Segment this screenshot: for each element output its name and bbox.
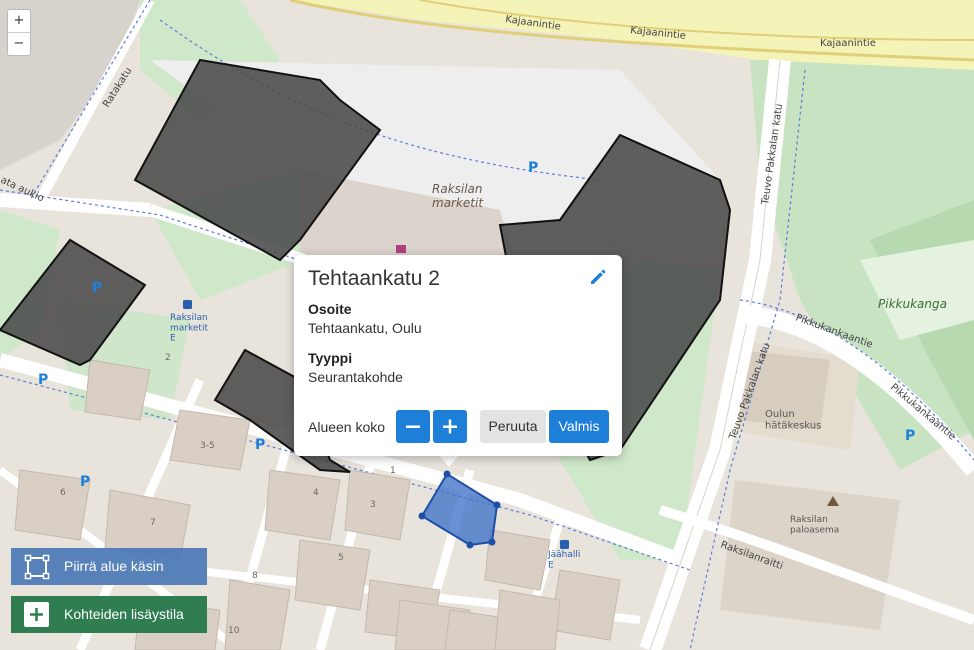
house-number: 3-5 <box>200 441 215 451</box>
draw-area-label: Piirrä alue käsin <box>64 558 164 574</box>
label-line: Raksilan <box>432 182 483 196</box>
label-line: Oulun <box>765 409 795 420</box>
area-size-label: Alueen koko <box>308 419 386 435</box>
parking-symbol: P <box>38 372 48 388</box>
add-mode-label: Kohteiden lisäystila <box>64 606 184 622</box>
minus-icon <box>406 425 420 428</box>
location-popup: Tehtaankatu 2 Osoite Tehtaankatu, Oulu T… <box>294 255 622 456</box>
increase-size-button[interactable] <box>433 410 467 443</box>
draw-polygon-icon <box>24 554 50 580</box>
place-label-line: Raksilan marketit <box>432 182 484 210</box>
zoom-out-button[interactable]: − <box>8 33 30 55</box>
house-number: 4 <box>313 488 319 498</box>
place-label-raksilan-marketit: Raksilan marketit <box>432 182 484 210</box>
label-line: Jäähalli <box>547 550 580 560</box>
done-button[interactable]: Valmis <box>549 410 609 443</box>
popup-tail <box>439 455 459 467</box>
parking-symbol: P <box>255 437 265 453</box>
area-label-pikkukanga: Pikkukanga <box>878 297 947 311</box>
street-label-kajaanintie: Kajaanintie <box>820 38 876 49</box>
house-number: 2 <box>165 353 171 363</box>
label-line: marketit <box>170 323 208 333</box>
plus-icon <box>443 419 457 434</box>
bus-stop-icon <box>560 540 569 549</box>
house-number: 3 <box>370 500 376 510</box>
popup-title: Tehtaankatu 2 <box>308 267 440 290</box>
house-number: 7 <box>150 518 156 528</box>
label-line: marketit <box>432 196 484 210</box>
house-number: 6 <box>60 488 66 498</box>
bus-stop-icon <box>183 300 192 309</box>
type-value: Seurantakohde <box>308 369 403 385</box>
zoom-control: + − <box>7 9 31 56</box>
parking-symbol: P <box>528 160 538 176</box>
label-line: Raksilan <box>790 515 828 525</box>
parking-symbol: P <box>92 280 102 296</box>
address-value: Tehtaankatu, Oulu <box>308 320 422 336</box>
label-line: paloasema <box>790 525 839 535</box>
parking-symbol: P <box>80 474 90 490</box>
house-number: 10 <box>228 626 240 636</box>
house-number: 1 <box>390 466 396 476</box>
label-line: Raksilan <box>170 313 208 323</box>
cancel-button[interactable]: Peruuta <box>480 410 546 443</box>
decrease-size-button[interactable] <box>396 410 430 443</box>
zoom-in-button[interactable]: + <box>8 10 30 33</box>
add-mode-button[interactable]: Kohteiden lisäystila <box>11 596 207 633</box>
parking-symbol: P <box>905 428 915 444</box>
label-line: hätäkeskus <box>765 421 821 432</box>
type-label: Tyyppi <box>308 350 353 366</box>
address-label: Osoite <box>308 301 352 317</box>
draw-area-button[interactable]: Piirrä alue käsin <box>11 548 207 585</box>
house-number: 8 <box>252 571 258 581</box>
shop-icon <box>396 245 406 253</box>
pencil-icon[interactable] <box>588 267 608 287</box>
house-number: 5 <box>338 553 344 563</box>
label-line: E <box>548 560 554 570</box>
label-line: E <box>170 334 176 344</box>
plus-square-icon <box>24 602 49 627</box>
